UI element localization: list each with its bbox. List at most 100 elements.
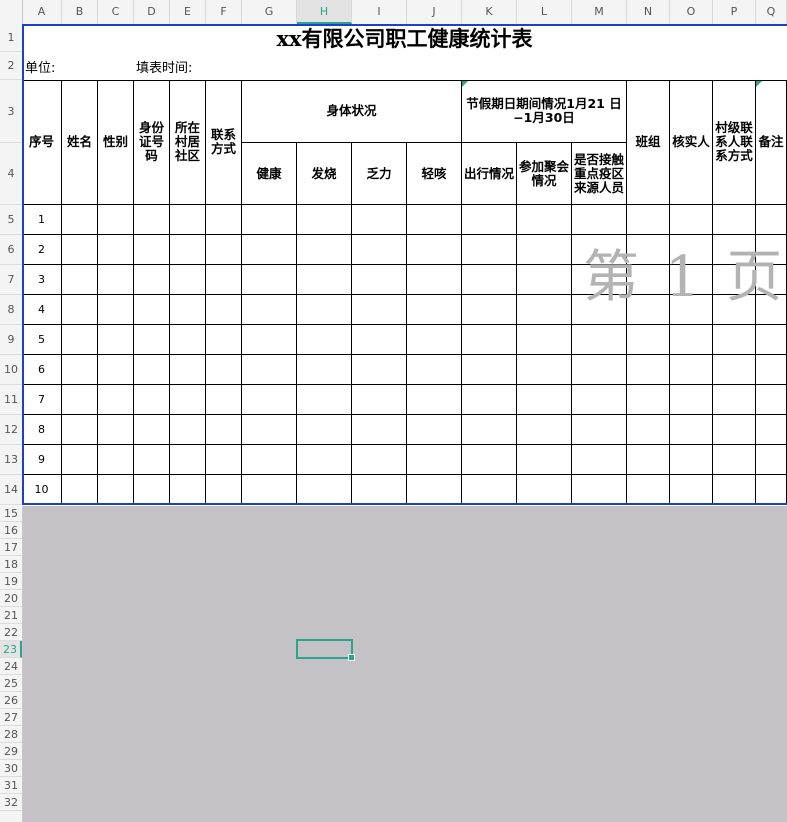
data-cell[interactable] bbox=[134, 385, 170, 415]
row-header-26[interactable]: 26 bbox=[0, 692, 22, 709]
data-cell[interactable] bbox=[297, 475, 352, 505]
data-cell[interactable] bbox=[670, 445, 713, 475]
row-number-6[interactable]: 6 bbox=[22, 355, 62, 385]
data-cell[interactable] bbox=[670, 355, 713, 385]
data-cell[interactable] bbox=[407, 475, 462, 505]
data-cell[interactable] bbox=[756, 355, 787, 385]
data-cell[interactable] bbox=[756, 325, 787, 355]
data-cell[interactable] bbox=[170, 385, 206, 415]
row-header-32[interactable]: 32 bbox=[0, 794, 22, 811]
data-cell[interactable] bbox=[62, 295, 98, 325]
data-cell[interactable] bbox=[62, 235, 98, 265]
row-header-24[interactable]: 24 bbox=[0, 658, 22, 675]
data-cell[interactable] bbox=[134, 325, 170, 355]
row-header-31[interactable]: 31 bbox=[0, 777, 22, 794]
data-cell[interactable] bbox=[627, 445, 670, 475]
data-cell[interactable] bbox=[242, 475, 297, 505]
data-cell[interactable] bbox=[170, 415, 206, 445]
data-cell[interactable] bbox=[98, 295, 134, 325]
data-cell[interactable] bbox=[297, 355, 352, 385]
row-number-1[interactable]: 1 bbox=[22, 205, 62, 235]
data-cell[interactable] bbox=[627, 475, 670, 505]
data-cell[interactable] bbox=[572, 355, 627, 385]
row-header-16[interactable]: 16 bbox=[0, 522, 22, 539]
data-cell[interactable] bbox=[170, 265, 206, 295]
column-header-o[interactable]: O bbox=[670, 0, 713, 24]
data-cell[interactable] bbox=[242, 325, 297, 355]
data-cell[interactable] bbox=[206, 295, 242, 325]
data-cell[interactable] bbox=[242, 385, 297, 415]
data-cell[interactable] bbox=[670, 415, 713, 445]
column-header-i[interactable]: I bbox=[352, 0, 407, 24]
data-cell[interactable] bbox=[407, 325, 462, 355]
data-cell[interactable] bbox=[206, 265, 242, 295]
data-cell[interactable] bbox=[170, 355, 206, 385]
column-header-l[interactable]: L bbox=[517, 0, 572, 24]
column-header-q[interactable]: Q bbox=[756, 0, 787, 24]
row-header-3[interactable]: 3 bbox=[0, 80, 22, 143]
data-cell[interactable] bbox=[572, 445, 627, 475]
row-header-17[interactable]: 17 bbox=[0, 539, 22, 556]
row-header-21[interactable]: 21 bbox=[0, 607, 22, 624]
row-header-14[interactable]: 14 bbox=[0, 475, 22, 505]
data-cell[interactable] bbox=[62, 445, 98, 475]
data-cell[interactable] bbox=[297, 385, 352, 415]
data-cell[interactable] bbox=[62, 385, 98, 415]
data-cell[interactable] bbox=[462, 475, 517, 505]
data-cell[interactable] bbox=[62, 205, 98, 235]
data-cell[interactable] bbox=[98, 235, 134, 265]
data-cell[interactable] bbox=[713, 355, 756, 385]
data-cell[interactable] bbox=[670, 475, 713, 505]
data-cell[interactable] bbox=[134, 445, 170, 475]
row-header-2[interactable]: 2 bbox=[0, 52, 22, 80]
data-cell[interactable] bbox=[62, 325, 98, 355]
data-cell[interactable] bbox=[206, 355, 242, 385]
data-cell[interactable] bbox=[627, 355, 670, 385]
data-cell[interactable] bbox=[206, 415, 242, 445]
data-cell[interactable] bbox=[352, 415, 407, 445]
data-cell[interactable] bbox=[627, 415, 670, 445]
data-cell[interactable] bbox=[462, 415, 517, 445]
row-number-8[interactable]: 8 bbox=[22, 415, 62, 445]
data-cell[interactable] bbox=[517, 445, 572, 475]
column-header-h[interactable]: H bbox=[297, 0, 352, 24]
data-cell[interactable] bbox=[242, 415, 297, 445]
data-cell[interactable] bbox=[170, 235, 206, 265]
data-cell[interactable] bbox=[517, 475, 572, 505]
data-cell[interactable] bbox=[756, 385, 787, 415]
data-cell[interactable] bbox=[352, 355, 407, 385]
data-cell[interactable] bbox=[670, 385, 713, 415]
data-cell[interactable] bbox=[462, 295, 517, 325]
data-cell[interactable] bbox=[407, 235, 462, 265]
data-cell[interactable] bbox=[572, 205, 627, 235]
data-cell[interactable] bbox=[206, 205, 242, 235]
data-cell[interactable] bbox=[242, 445, 297, 475]
data-cell[interactable] bbox=[713, 445, 756, 475]
data-cell[interactable] bbox=[170, 295, 206, 325]
data-cell[interactable] bbox=[627, 325, 670, 355]
data-cell[interactable] bbox=[170, 205, 206, 235]
row-number-5[interactable]: 5 bbox=[22, 325, 62, 355]
data-cell[interactable] bbox=[627, 205, 670, 235]
data-cell[interactable] bbox=[242, 295, 297, 325]
data-cell[interactable] bbox=[242, 355, 297, 385]
data-cell[interactable] bbox=[713, 475, 756, 505]
row-header-9[interactable]: 9 bbox=[0, 325, 22, 355]
data-cell[interactable] bbox=[756, 205, 787, 235]
row-number-7[interactable]: 7 bbox=[22, 385, 62, 415]
row-header-19[interactable]: 19 bbox=[0, 573, 22, 590]
data-cell[interactable] bbox=[407, 385, 462, 415]
row-header-11[interactable]: 11 bbox=[0, 385, 22, 415]
column-header-d[interactable]: D bbox=[134, 0, 170, 24]
data-cell[interactable] bbox=[670, 205, 713, 235]
data-cell[interactable] bbox=[242, 205, 297, 235]
data-cell[interactable] bbox=[627, 385, 670, 415]
data-cell[interactable] bbox=[517, 295, 572, 325]
data-cell[interactable] bbox=[297, 415, 352, 445]
row-header-13[interactable]: 13 bbox=[0, 445, 22, 475]
data-cell[interactable] bbox=[462, 355, 517, 385]
data-cell[interactable] bbox=[206, 385, 242, 415]
data-cell[interactable] bbox=[713, 415, 756, 445]
data-cell[interactable] bbox=[352, 385, 407, 415]
data-cell[interactable] bbox=[297, 265, 352, 295]
